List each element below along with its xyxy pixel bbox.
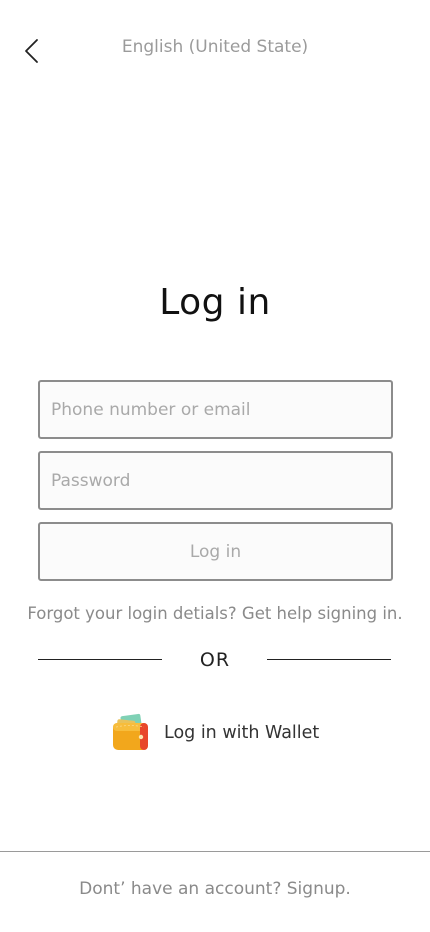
signup-prompt: Dont’ have an account? Signup. xyxy=(0,879,430,899)
signup-link[interactable]: Signup. xyxy=(287,879,351,899)
forgot-prefix: Forgot your login detials? xyxy=(27,604,237,623)
wallet-login-label: Log in with Wallet xyxy=(164,723,320,743)
or-label: OR xyxy=(199,649,231,671)
password-field xyxy=(38,451,393,510)
footer-divider xyxy=(0,851,430,852)
language-selector[interactable]: English (United State) xyxy=(0,37,430,57)
wallet-icon xyxy=(110,712,152,754)
signup-prefix: Dont’ have an account? xyxy=(79,879,282,899)
page-title: Log in xyxy=(159,282,271,323)
wallet-login-button[interactable]: Log in with Wallet xyxy=(110,712,319,754)
divider-right xyxy=(267,659,391,660)
phone-email-field xyxy=(38,380,393,439)
forgot-login-text: Forgot your login detials? Get help sign… xyxy=(0,604,430,623)
phone-email-input[interactable] xyxy=(40,382,391,437)
get-help-link[interactable]: Get help signing in. xyxy=(242,604,403,623)
login-button[interactable]: Log in xyxy=(38,522,393,581)
password-input[interactable] xyxy=(40,453,391,508)
